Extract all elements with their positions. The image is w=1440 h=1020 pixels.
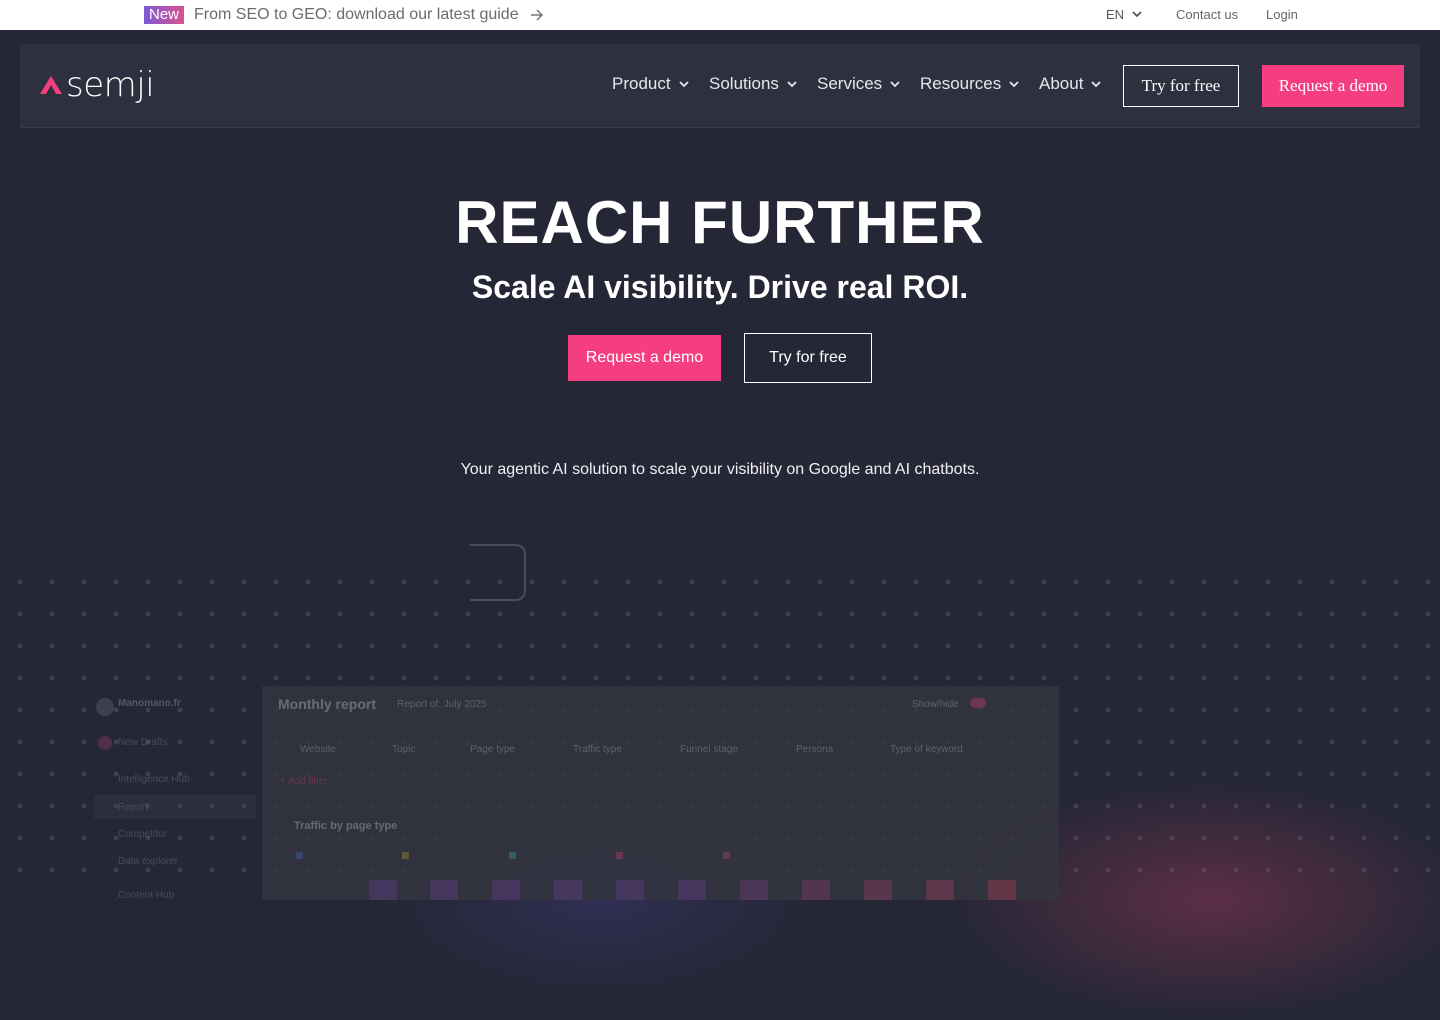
- language-label: EN: [1106, 7, 1125, 22]
- logo[interactable]: semji: [40, 65, 155, 105]
- new-badge: New: [144, 6, 185, 24]
- preview-bar: [988, 880, 1016, 900]
- preview-sidebar-item: Content Hub: [118, 890, 175, 901]
- legend-swatch: [723, 852, 730, 859]
- request-demo-button[interactable]: Request a demo: [1262, 65, 1404, 107]
- preview-report-date: Report of: July 2025: [397, 699, 487, 710]
- semji-logo-icon: [40, 76, 62, 94]
- preview-sidebar-item: Report: [118, 802, 149, 813]
- chevron-down-icon: [787, 80, 797, 87]
- nav-solutions-label: Solutions: [709, 74, 779, 93]
- legend-swatch: [616, 852, 623, 859]
- nav-resources-label: Resources: [920, 74, 1002, 93]
- preview-filter: Type of keyword: [890, 744, 963, 755]
- preview-add-filter: + Add filter: [280, 776, 328, 787]
- preview-filter: Funnel stage: [680, 744, 738, 755]
- hero-request-demo-button[interactable]: Request a demo: [568, 335, 721, 381]
- preview-sidebar-item: Competitor: [118, 829, 167, 840]
- nav-services-label: Services: [817, 74, 883, 93]
- preview-filter: Website: [300, 744, 336, 755]
- preview-toggle-label: Show/hide: [912, 699, 959, 710]
- try-free-button[interactable]: Try for free: [1123, 65, 1239, 107]
- preview-filter: Topic: [392, 744, 416, 755]
- preview-sidebar-item: Data explorer: [118, 856, 179, 867]
- announcement-bar: New From SEO to GEO: download our latest…: [0, 0, 1440, 30]
- preview-filter: Traffic type: [573, 744, 622, 755]
- preview-bar: [802, 880, 830, 900]
- preview-bar: [678, 880, 706, 900]
- preview-section-title: Traffic by page type: [294, 820, 398, 832]
- preview-title: Monthly report: [278, 696, 376, 712]
- nav-product-label: Product: [612, 74, 671, 93]
- nav-resources[interactable]: Resources: [920, 74, 1019, 94]
- preview-bar: [616, 880, 644, 900]
- preview-bar: [430, 880, 458, 900]
- legend-swatch: [402, 852, 409, 859]
- nav-solutions[interactable]: Solutions: [709, 74, 797, 94]
- arrow-right-icon[interactable]: [530, 8, 544, 22]
- chevron-down-icon: [678, 80, 689, 87]
- toggle-switch: [970, 698, 986, 708]
- preview-filter: Persona: [796, 744, 834, 755]
- legend-swatch: [296, 852, 303, 859]
- preview-sidebar-item: New Drafts: [118, 737, 168, 748]
- preview-filter: Page type: [470, 744, 516, 755]
- preview-bar: [554, 880, 582, 900]
- preview-bar: [864, 880, 892, 900]
- preview-bar: [740, 880, 768, 900]
- language-selector[interactable]: EN: [1106, 7, 1142, 22]
- preview-bar: [492, 880, 520, 900]
- hero-try-free-button[interactable]: Try for free: [744, 333, 872, 383]
- drafts-icon: [98, 736, 112, 750]
- nav-product[interactable]: Product: [612, 74, 689, 94]
- main-nav: semji Product Solutions Services Resourc…: [20, 44, 1420, 128]
- preview-bar: [369, 880, 397, 900]
- hero-tagline: Your agentic AI solution to scale your v…: [460, 461, 980, 478]
- legend-swatch: [509, 852, 516, 859]
- nav-about-label: About: [1039, 74, 1084, 93]
- preview-bar: [926, 880, 954, 900]
- logo-text: semji: [66, 65, 155, 105]
- promo-link[interactable]: From SEO to GEO: download our latest gui…: [194, 5, 519, 25]
- preview-sidebar: Manomano.fr New Drafts Intelligence Hub …: [94, 690, 258, 901]
- preview-report-panel: Monthly report Report of: July 2025 Show…: [262, 686, 1059, 900]
- chevron-down-icon: [1091, 80, 1102, 87]
- preview-site-name: Manomano.fr: [118, 698, 181, 709]
- nav-services[interactable]: Services: [817, 74, 900, 94]
- avatar: [96, 698, 114, 716]
- chevron-down-icon: [1009, 80, 1019, 87]
- hero-subtitle: Scale AI visibility. Drive real ROI.: [471, 269, 969, 305]
- chevron-down-icon: [890, 80, 900, 87]
- nav-about[interactable]: About: [1039, 74, 1102, 94]
- chevron-down-icon: [1132, 11, 1142, 18]
- login-link[interactable]: Login: [1266, 7, 1298, 22]
- hero-title: REACH FURTHER: [455, 189, 985, 256]
- preview-sidebar-item: Intelligence Hub: [118, 774, 190, 785]
- contact-link[interactable]: Contact us: [1176, 7, 1238, 22]
